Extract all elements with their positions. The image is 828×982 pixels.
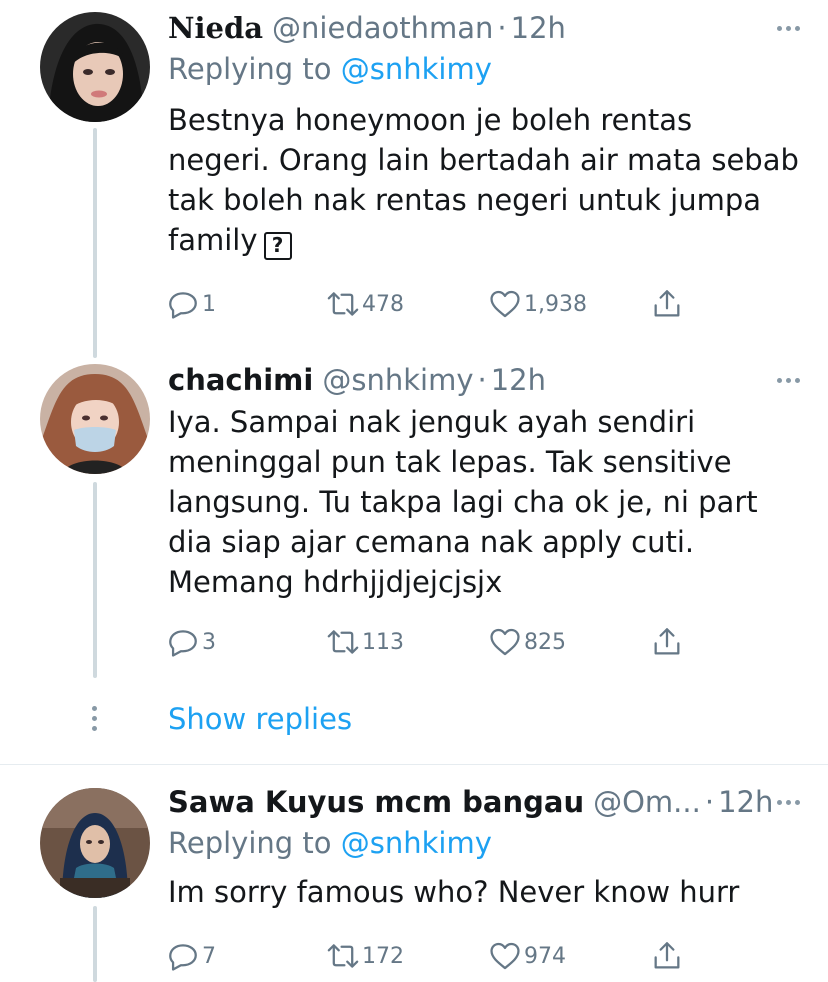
display-name[interactable]: Nieda xyxy=(168,10,263,46)
reply-icon xyxy=(169,944,197,971)
tweet-actions: 3 113 825 xyxy=(0,622,828,662)
more-options-icon[interactable] xyxy=(768,784,808,820)
tweet-chachimi[interactable]: chachimi @snhkimy · 12h Iya. Sampai nak … xyxy=(168,362,808,602)
avatar-nieda[interactable] xyxy=(40,12,150,122)
mention-link[interactable]: @snhkimy xyxy=(341,826,492,860)
tweet-text-body: Bestnya honeymoon je boleh rentas negeri… xyxy=(168,103,799,257)
reply-count: 3 xyxy=(202,629,216,655)
retweet-count: 172 xyxy=(362,943,404,969)
replying-prefix: Replying to xyxy=(168,826,341,860)
avatar-chachimi[interactable] xyxy=(40,364,150,474)
retweet-icon xyxy=(327,630,359,654)
thread-continuation-dots xyxy=(92,706,98,736)
retweet-button[interactable]: 478 xyxy=(326,284,404,324)
separator-dot: · xyxy=(704,785,715,819)
tweet-header: Sawa Kuyus mcm bangau @Om... · 12h xyxy=(168,784,808,820)
avatar-sawa-kuyus[interactable] xyxy=(40,788,150,898)
user-handle[interactable]: @snhkimy xyxy=(322,362,473,398)
more-options-icon[interactable] xyxy=(768,10,808,46)
reply-icon xyxy=(169,292,197,319)
heart-icon xyxy=(490,628,520,656)
tweet-header: Nieda @niedaothman · 12h xyxy=(168,10,808,46)
share-icon xyxy=(654,942,680,969)
tweet-actions: 1 478 1,938 xyxy=(0,284,828,324)
retweet-count: 478 xyxy=(362,291,404,317)
tweet-text: Bestnya honeymoon je boleh rentas negeri… xyxy=(168,100,808,260)
display-name[interactable]: chachimi xyxy=(168,362,313,398)
show-replies-link[interactable]: Show replies xyxy=(168,702,352,736)
tweet-text: Iya. Sampai nak jenguk ayah sendiri meni… xyxy=(168,405,758,599)
replying-to: Replying to @snhkimy xyxy=(168,824,808,862)
reply-count: 1 xyxy=(202,291,216,317)
replying-to: Replying to @snhkimy xyxy=(168,50,808,88)
like-count: 825 xyxy=(524,629,566,655)
share-button[interactable] xyxy=(650,936,684,976)
replying-prefix: Replying to xyxy=(168,52,341,86)
reply-button[interactable]: 1 xyxy=(166,284,216,324)
tweet-text: Im sorry famous who? Never know hurr xyxy=(168,875,740,909)
share-icon xyxy=(654,290,680,317)
timestamp[interactable]: 12h xyxy=(511,10,566,46)
timestamp[interactable]: 12h xyxy=(491,362,546,398)
share-button[interactable] xyxy=(650,284,684,324)
display-name[interactable]: Sawa Kuyus mcm bangau xyxy=(168,784,584,820)
like-button[interactable]: 825 xyxy=(488,622,566,662)
heart-icon xyxy=(490,942,520,970)
retweet-icon xyxy=(327,292,359,316)
like-count: 974 xyxy=(524,943,566,969)
tweet-sawa-kuyus[interactable]: Sawa Kuyus mcm bangau @Om... · 12h Reply… xyxy=(168,784,808,912)
tweet-nieda[interactable]: Nieda @niedaothman · 12h Replying to @sn… xyxy=(168,10,808,260)
user-handle[interactable]: @niedaothman xyxy=(272,10,493,46)
heart-icon xyxy=(490,290,520,318)
share-button[interactable] xyxy=(650,622,684,662)
separator-dot: · xyxy=(497,11,507,45)
retweet-button[interactable]: 113 xyxy=(326,622,404,662)
reply-button[interactable]: 3 xyxy=(166,622,216,662)
mention-link[interactable]: @snhkimy xyxy=(341,52,492,86)
like-button[interactable]: 974 xyxy=(488,936,566,976)
tweet-header: chachimi @snhkimy · 12h xyxy=(168,362,808,398)
retweet-icon xyxy=(327,944,359,968)
user-handle[interactable]: @Om... xyxy=(593,784,701,820)
timestamp[interactable]: 12h xyxy=(718,784,773,820)
separator-dot: · xyxy=(477,363,487,397)
reply-button[interactable]: 7 xyxy=(166,936,216,976)
retweet-count: 113 xyxy=(362,629,404,655)
tweet-actions: 7 172 974 xyxy=(0,936,828,976)
unknown-emoji-icon: ? xyxy=(263,232,292,260)
reply-icon xyxy=(169,630,197,657)
more-options-icon[interactable] xyxy=(768,362,808,398)
reply-count: 7 xyxy=(202,943,216,969)
tweet-divider xyxy=(0,764,828,765)
like-button[interactable]: 1,938 xyxy=(488,284,587,324)
retweet-button[interactable]: 172 xyxy=(326,936,404,976)
share-icon xyxy=(654,628,680,655)
like-count: 1,938 xyxy=(524,291,587,317)
